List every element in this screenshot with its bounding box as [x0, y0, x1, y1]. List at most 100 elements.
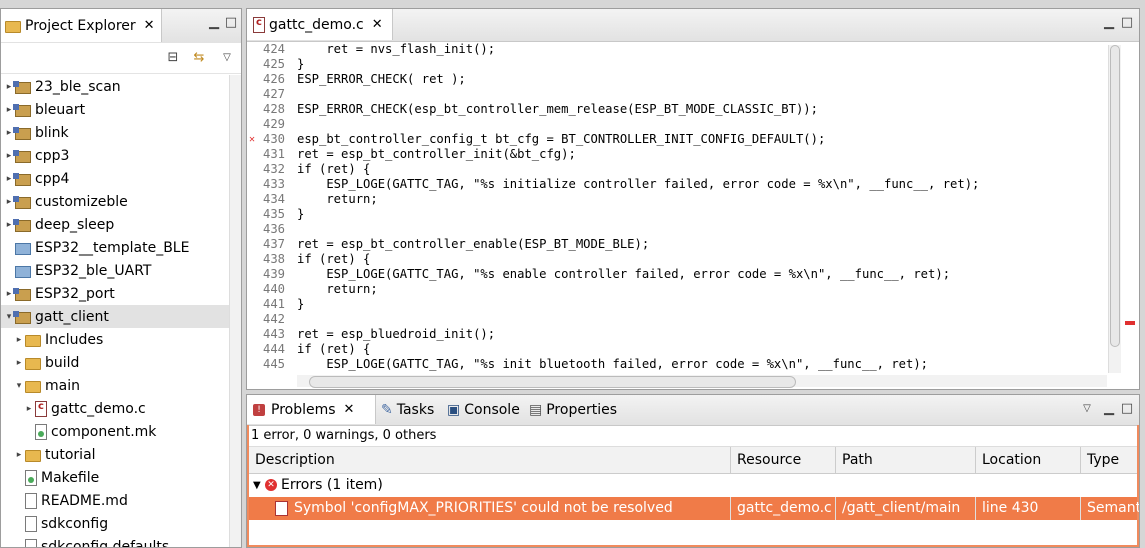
tree-item-label: 23_ble_scan [35, 78, 121, 95]
mk-file-icon [35, 423, 47, 440]
minimize-icon[interactable]: ▁ [206, 15, 222, 31]
tree-item[interactable]: ▸ build [1, 351, 229, 374]
tree-item[interactable]: ▾ gatt_client [1, 305, 229, 328]
code-line[interactable]: ✕ 430 esp_bt_controller_config_t bt_cfg = … [247, 132, 1107, 147]
code-text: } [297, 297, 305, 311]
tree-item-label: ESP32_ble_UART [35, 262, 152, 279]
tree-item[interactable]: ▸ cpp4 [1, 167, 229, 190]
column-type[interactable]: Type [1081, 447, 1139, 473]
code-line[interactable]: 436 [247, 222, 1107, 237]
column-location[interactable]: Location [976, 447, 1081, 473]
code-line[interactable]: 433 ESP_LOGE(GATTC_TAG, "%s initialize c… [247, 177, 1107, 192]
table-row[interactable]: Symbol 'configMAX_PRIORITIES' could not … [249, 497, 1139, 520]
error-marker[interactable] [1125, 321, 1135, 325]
code-line[interactable]: 443 ret = esp_bluedroid_init(); [247, 327, 1107, 342]
scrollbar-thumb[interactable] [1110, 45, 1120, 347]
explorer-scrollbar[interactable] [229, 75, 241, 547]
code-line[interactable]: 432 if (ret) { [247, 162, 1107, 177]
tree-item[interactable]: ESP32__template_BLE [1, 236, 229, 259]
tree-item[interactable]: ▸ ESP32_port [1, 282, 229, 305]
editor-vertical-scrollbar[interactable] [1108, 45, 1121, 373]
tab-gattc-demo-c[interactable]: gattc_demo.c ✕ [247, 9, 393, 40]
tree-item[interactable]: ▸ 23_ble_scan [1, 75, 229, 98]
column-description[interactable]: Description [249, 447, 731, 473]
tree-item[interactable]: ▸ gattc_demo.c [1, 397, 229, 420]
scrollbar-thumb[interactable] [309, 376, 796, 388]
column-resource[interactable]: Resource [731, 447, 836, 473]
code-line[interactable]: 441} [247, 297, 1107, 312]
tree-item[interactable]: ESP32_ble_UART [1, 259, 229, 282]
tree-item[interactable]: README.md [1, 489, 229, 512]
maximize-icon[interactable]: □ [1119, 401, 1135, 417]
code-line[interactable]: 445 ESP_LOGE(GATTC_TAG, "%s init bluetoo… [247, 357, 1107, 372]
errors-group-row[interactable]: ▼ ✕ Errors (1 item) [249, 474, 1137, 497]
tree-item[interactable]: component.mk [1, 420, 229, 443]
column-path[interactable]: Path [836, 447, 976, 473]
collapse-all-icon[interactable]: ⊟ [165, 50, 181, 66]
tree-item[interactable]: ▸ tutorial [1, 443, 229, 466]
close-icon[interactable]: ✕ [144, 18, 155, 33]
view-menu-icon[interactable]: ▽ [219, 50, 235, 66]
editor-horizontal-scrollbar[interactable] [297, 375, 1107, 388]
tab-tasks[interactable]: ✎ Tasks [381, 395, 434, 424]
code-line[interactable]: 439 ESP_LOGE(GATTC_TAG, "%s enable contr… [247, 267, 1107, 282]
tab-console[interactable]: ▣ Console [447, 395, 520, 424]
project-error-icon [13, 311, 31, 324]
tree-item-label: ESP32_port [35, 285, 115, 302]
minimize-icon[interactable]: ▁ [1101, 15, 1117, 31]
code-line[interactable]: 434 return; [247, 192, 1107, 207]
includes-icon [25, 335, 41, 347]
tree-item[interactable]: sdkconfig [1, 512, 229, 535]
tree-item[interactable]: ▸ Includes [1, 328, 229, 351]
expand-twisty-icon[interactable]: ▾ [13, 381, 25, 391]
problems-body: 1 error, 0 warnings, 0 others Descriptio… [247, 425, 1139, 547]
code-line[interactable]: 425} [247, 57, 1107, 72]
tab-properties[interactable]: ▤ Properties [529, 395, 617, 424]
link-with-editor-icon[interactable]: ⇆ [191, 50, 207, 66]
maximize-icon[interactable]: □ [223, 15, 239, 31]
code-line[interactable]: 442 [247, 312, 1107, 327]
expand-twisty-icon[interactable]: ▼ [253, 474, 261, 497]
problems-view: ! Problems ✕ ✎ Tasks ▣ Console ▤ Propert… [246, 394, 1140, 548]
expand-twisty-icon[interactable]: ▸ [13, 450, 25, 460]
tree-item[interactable]: ▸ blink [1, 121, 229, 144]
code-line[interactable]: 427 [247, 87, 1107, 102]
code-text: if (ret) { [297, 162, 371, 176]
expand-twisty-icon[interactable]: ▸ [13, 335, 25, 345]
code-line[interactable]: 431 ret = esp_bt_controller_init(&bt_cfg)… [247, 147, 1107, 162]
code-line[interactable]: 435} [247, 207, 1107, 222]
code-line[interactable]: 426 ESP_ERROR_CHECK( ret ); [247, 72, 1107, 87]
minimize-icon[interactable]: ▁ [1101, 401, 1117, 417]
code-area[interactable]: 424 ret = nvs_flash_init(); 425} 426 ESP_ER… [247, 42, 1107, 374]
expand-twisty-icon[interactable]: ▸ [23, 404, 35, 414]
code-line[interactable]: 428 ESP_ERROR_CHECK(esp_bt_controller_mem… [247, 102, 1107, 117]
project-explorer-tabbar: Project Explorer ✕ ▁ □ [1, 9, 241, 44]
tab-problems[interactable]: ! Problems ✕ [247, 395, 376, 424]
tree-item[interactable]: sdkconfig.defaults [1, 535, 229, 547]
tree-item[interactable]: ▸ customizeble [1, 190, 229, 213]
line-number: 433 [262, 177, 285, 191]
close-icon[interactable]: ✕ [344, 402, 355, 417]
code-line[interactable]: 429 [247, 117, 1107, 132]
view-menu-icon[interactable]: ▽ [1079, 401, 1095, 417]
code-line[interactable]: 440 return; [247, 282, 1107, 297]
code-line[interactable]: 424 ret = nvs_flash_init(); [247, 42, 1107, 57]
problems-summary: 1 error, 0 warnings, 0 others [249, 425, 1137, 447]
close-icon[interactable]: ✕ [372, 17, 383, 32]
expand-twisty-icon[interactable]: ▸ [13, 358, 25, 368]
tab-project-explorer[interactable]: Project Explorer ✕ [1, 9, 162, 42]
blue-folder-icon [15, 266, 31, 278]
tree-item[interactable]: ▾ main [1, 374, 229, 397]
project-icon [13, 81, 31, 94]
tree-item[interactable]: Makefile [1, 466, 229, 489]
tree-item[interactable]: ▸ bleuart [1, 98, 229, 121]
tree-item-label: blink [35, 124, 69, 141]
code-line[interactable]: 438 if (ret) { [247, 252, 1107, 267]
editor-tab-label: gattc_demo.c [269, 16, 364, 33]
maximize-icon[interactable]: □ [1119, 15, 1135, 31]
tree-item[interactable]: ▸ cpp3 [1, 144, 229, 167]
line-number: 434 [262, 192, 285, 206]
code-line[interactable]: 437 ret = esp_bt_controller_enable(ESP_BT… [247, 237, 1107, 252]
tree-item[interactable]: ▸ deep_sleep [1, 213, 229, 236]
code-line[interactable]: 444 if (ret) { [247, 342, 1107, 357]
